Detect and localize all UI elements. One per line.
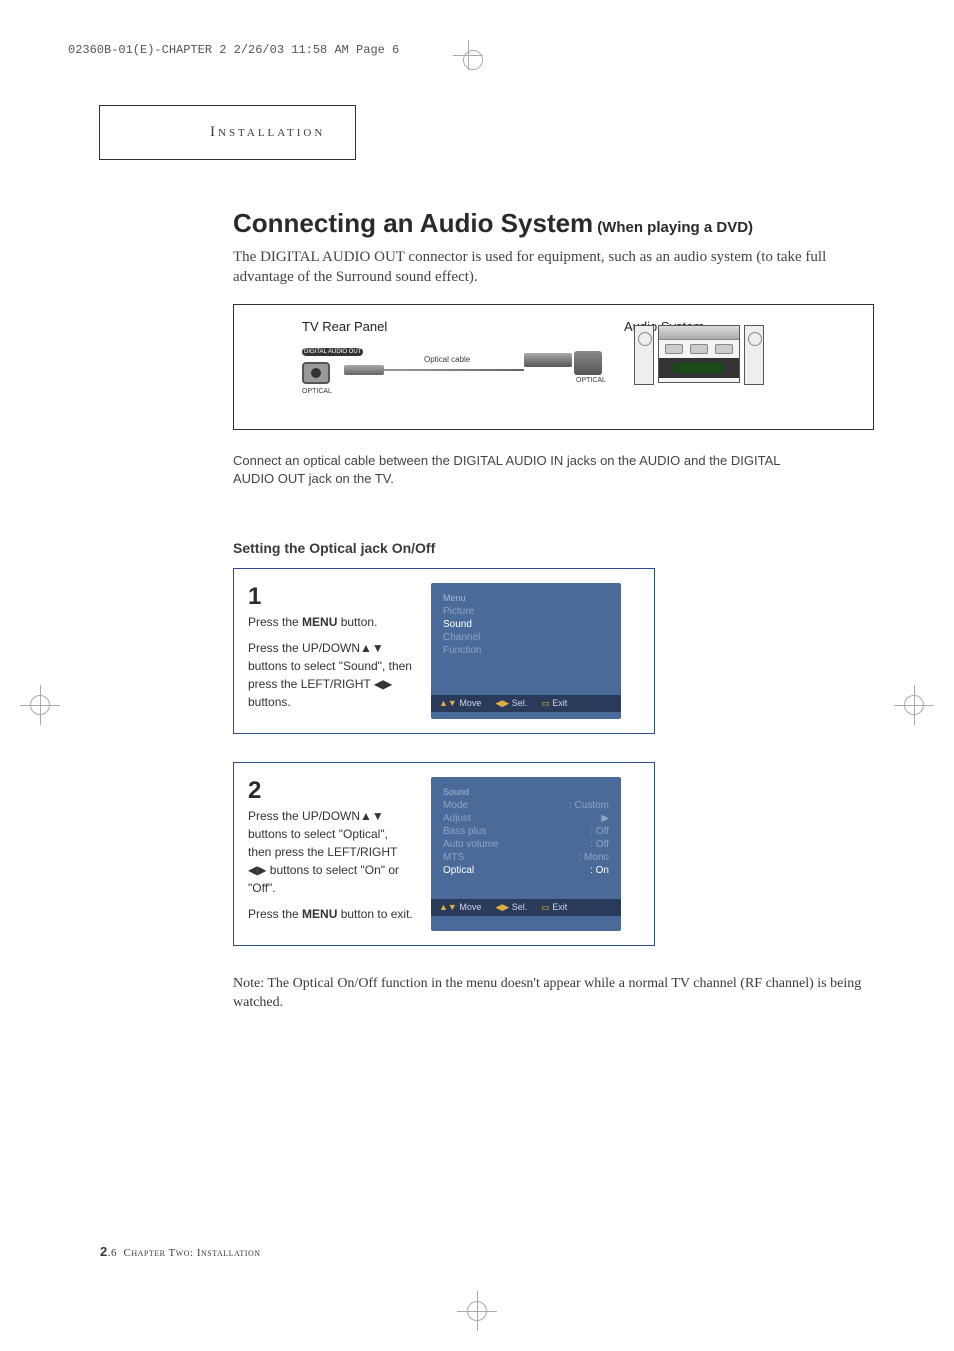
page-number-minor: .6	[108, 1247, 117, 1259]
port-digital-label: DIGITAL AUDIO OUT	[302, 348, 363, 356]
subsection-heading: Setting the Optical jack On/Off	[233, 540, 874, 556]
title-sub: (When playing a DVD)	[597, 219, 753, 236]
crop-mark-icon	[457, 1291, 497, 1331]
step-instruction: Press the UP/DOWN▲▼ buttons to select "O…	[248, 807, 413, 897]
osd-menu-row: Auto volume: Off	[443, 838, 609, 851]
osd-title: Menu	[443, 593, 609, 603]
chapter-label: Chapter Two: Installation	[123, 1247, 260, 1259]
step-instruction: Press the MENU button to exit.	[248, 905, 413, 923]
cable-label: Optical cable	[424, 355, 470, 364]
osd-footer: ▲▼ Move ◀▶ Sel. ▭ Exit	[431, 899, 621, 916]
step-number: 1	[248, 583, 413, 611]
cable-plug-icon	[524, 353, 572, 367]
osd-menu-item: Sound	[443, 618, 609, 631]
osd-footer: ▲▼ Move ◀▶ Sel. ▭ Exit	[431, 695, 621, 712]
title-main: Connecting an Audio System	[233, 208, 593, 238]
osd-menu-item: Picture	[443, 605, 609, 618]
connect-instruction: Connect an optical cable between the DIG…	[233, 452, 793, 488]
osd-menu-row: MTS: Mono	[443, 851, 609, 864]
receiver-port-label: OPTICAL	[576, 377, 606, 384]
osd-sound-screen: Sound Mode: CustomAdjust▶Bass plus: OffA…	[431, 777, 621, 931]
step-box-2: 2 Press the UP/DOWN▲▼ buttons to select …	[233, 762, 655, 946]
section-tab: Installation	[99, 105, 356, 160]
page-number-major: 2	[100, 1244, 108, 1259]
crop-mark-icon	[20, 685, 60, 725]
step-number: 2	[248, 777, 413, 805]
audio-system-icon	[634, 325, 764, 395]
step-instruction: Press the UP/DOWN▲▼ buttons to select "S…	[248, 639, 413, 711]
page-footer: 2.6 Chapter Two: Installation	[100, 1244, 261, 1259]
step-instruction: Press the MENU button.	[248, 613, 413, 631]
osd-menu-item: Function	[443, 644, 609, 657]
port-optical-label: OPTICAL	[302, 388, 382, 395]
cable-plug-icon	[344, 365, 384, 375]
print-header: 02360B-01(E)-CHAPTER 2 2/26/03 11:58 AM …	[68, 43, 399, 57]
crop-mark-icon	[453, 40, 483, 70]
osd-menu-item: Channel	[443, 631, 609, 644]
step-box-1: 1 Press the MENU button. Press the UP/DO…	[233, 568, 655, 734]
osd-title: Sound	[443, 787, 609, 797]
osd-menu-row: Mode: Custom	[443, 799, 609, 812]
connection-diagram: TV Rear Panel Audio System DIGITAL AUDIO…	[233, 304, 874, 430]
optical-receiver-icon	[574, 351, 602, 375]
osd-menu-row: Optical: On	[443, 864, 609, 877]
note-text: Note: The Optical On/Off function in the…	[233, 974, 873, 1013]
tv-panel-label: TV Rear Panel	[302, 319, 387, 334]
osd-menu-row: Bass plus: Off	[443, 825, 609, 838]
page-title: Connecting an Audio System (When playing…	[233, 208, 874, 239]
intro-text: The DIGITAL AUDIO OUT connector is used …	[233, 247, 874, 288]
crop-mark-icon	[894, 685, 934, 725]
osd-menu-row: Adjust▶	[443, 812, 609, 825]
cable-line-icon	[384, 369, 524, 371]
osd-menu-screen: Menu PictureSoundChannelFunction ▲▼ Move…	[431, 583, 621, 719]
